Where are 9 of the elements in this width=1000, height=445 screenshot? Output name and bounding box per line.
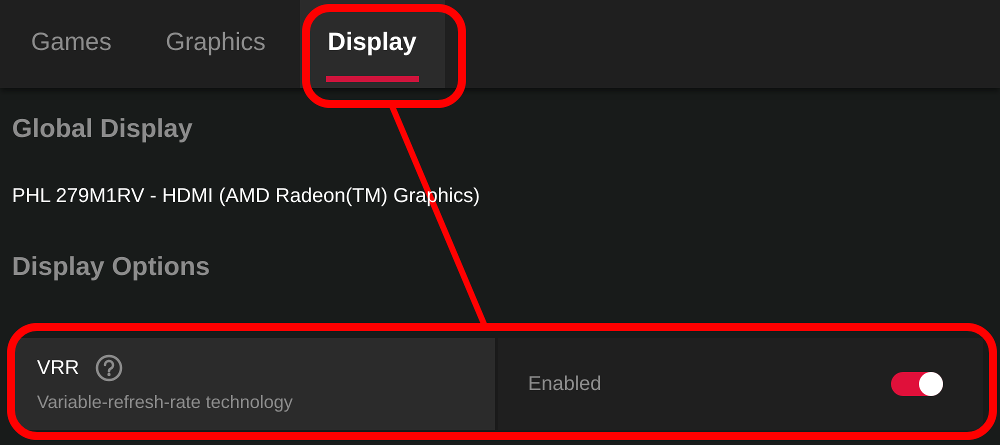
section-heading: Display Options <box>12 250 211 282</box>
setting-value: Enabled <box>528 372 602 396</box>
tab[interactable]: Games <box>5 0 138 88</box>
setting-name: VRR <box>37 356 80 380</box>
section-heading: Global Display <box>12 112 194 144</box>
tab[interactable]: Graphics <box>140 0 292 88</box>
toggle-switch[interactable] <box>891 372 943 396</box>
setting-description: Variable-refresh-rate technology <box>37 392 294 413</box>
help-icon[interactable] <box>95 354 124 382</box>
